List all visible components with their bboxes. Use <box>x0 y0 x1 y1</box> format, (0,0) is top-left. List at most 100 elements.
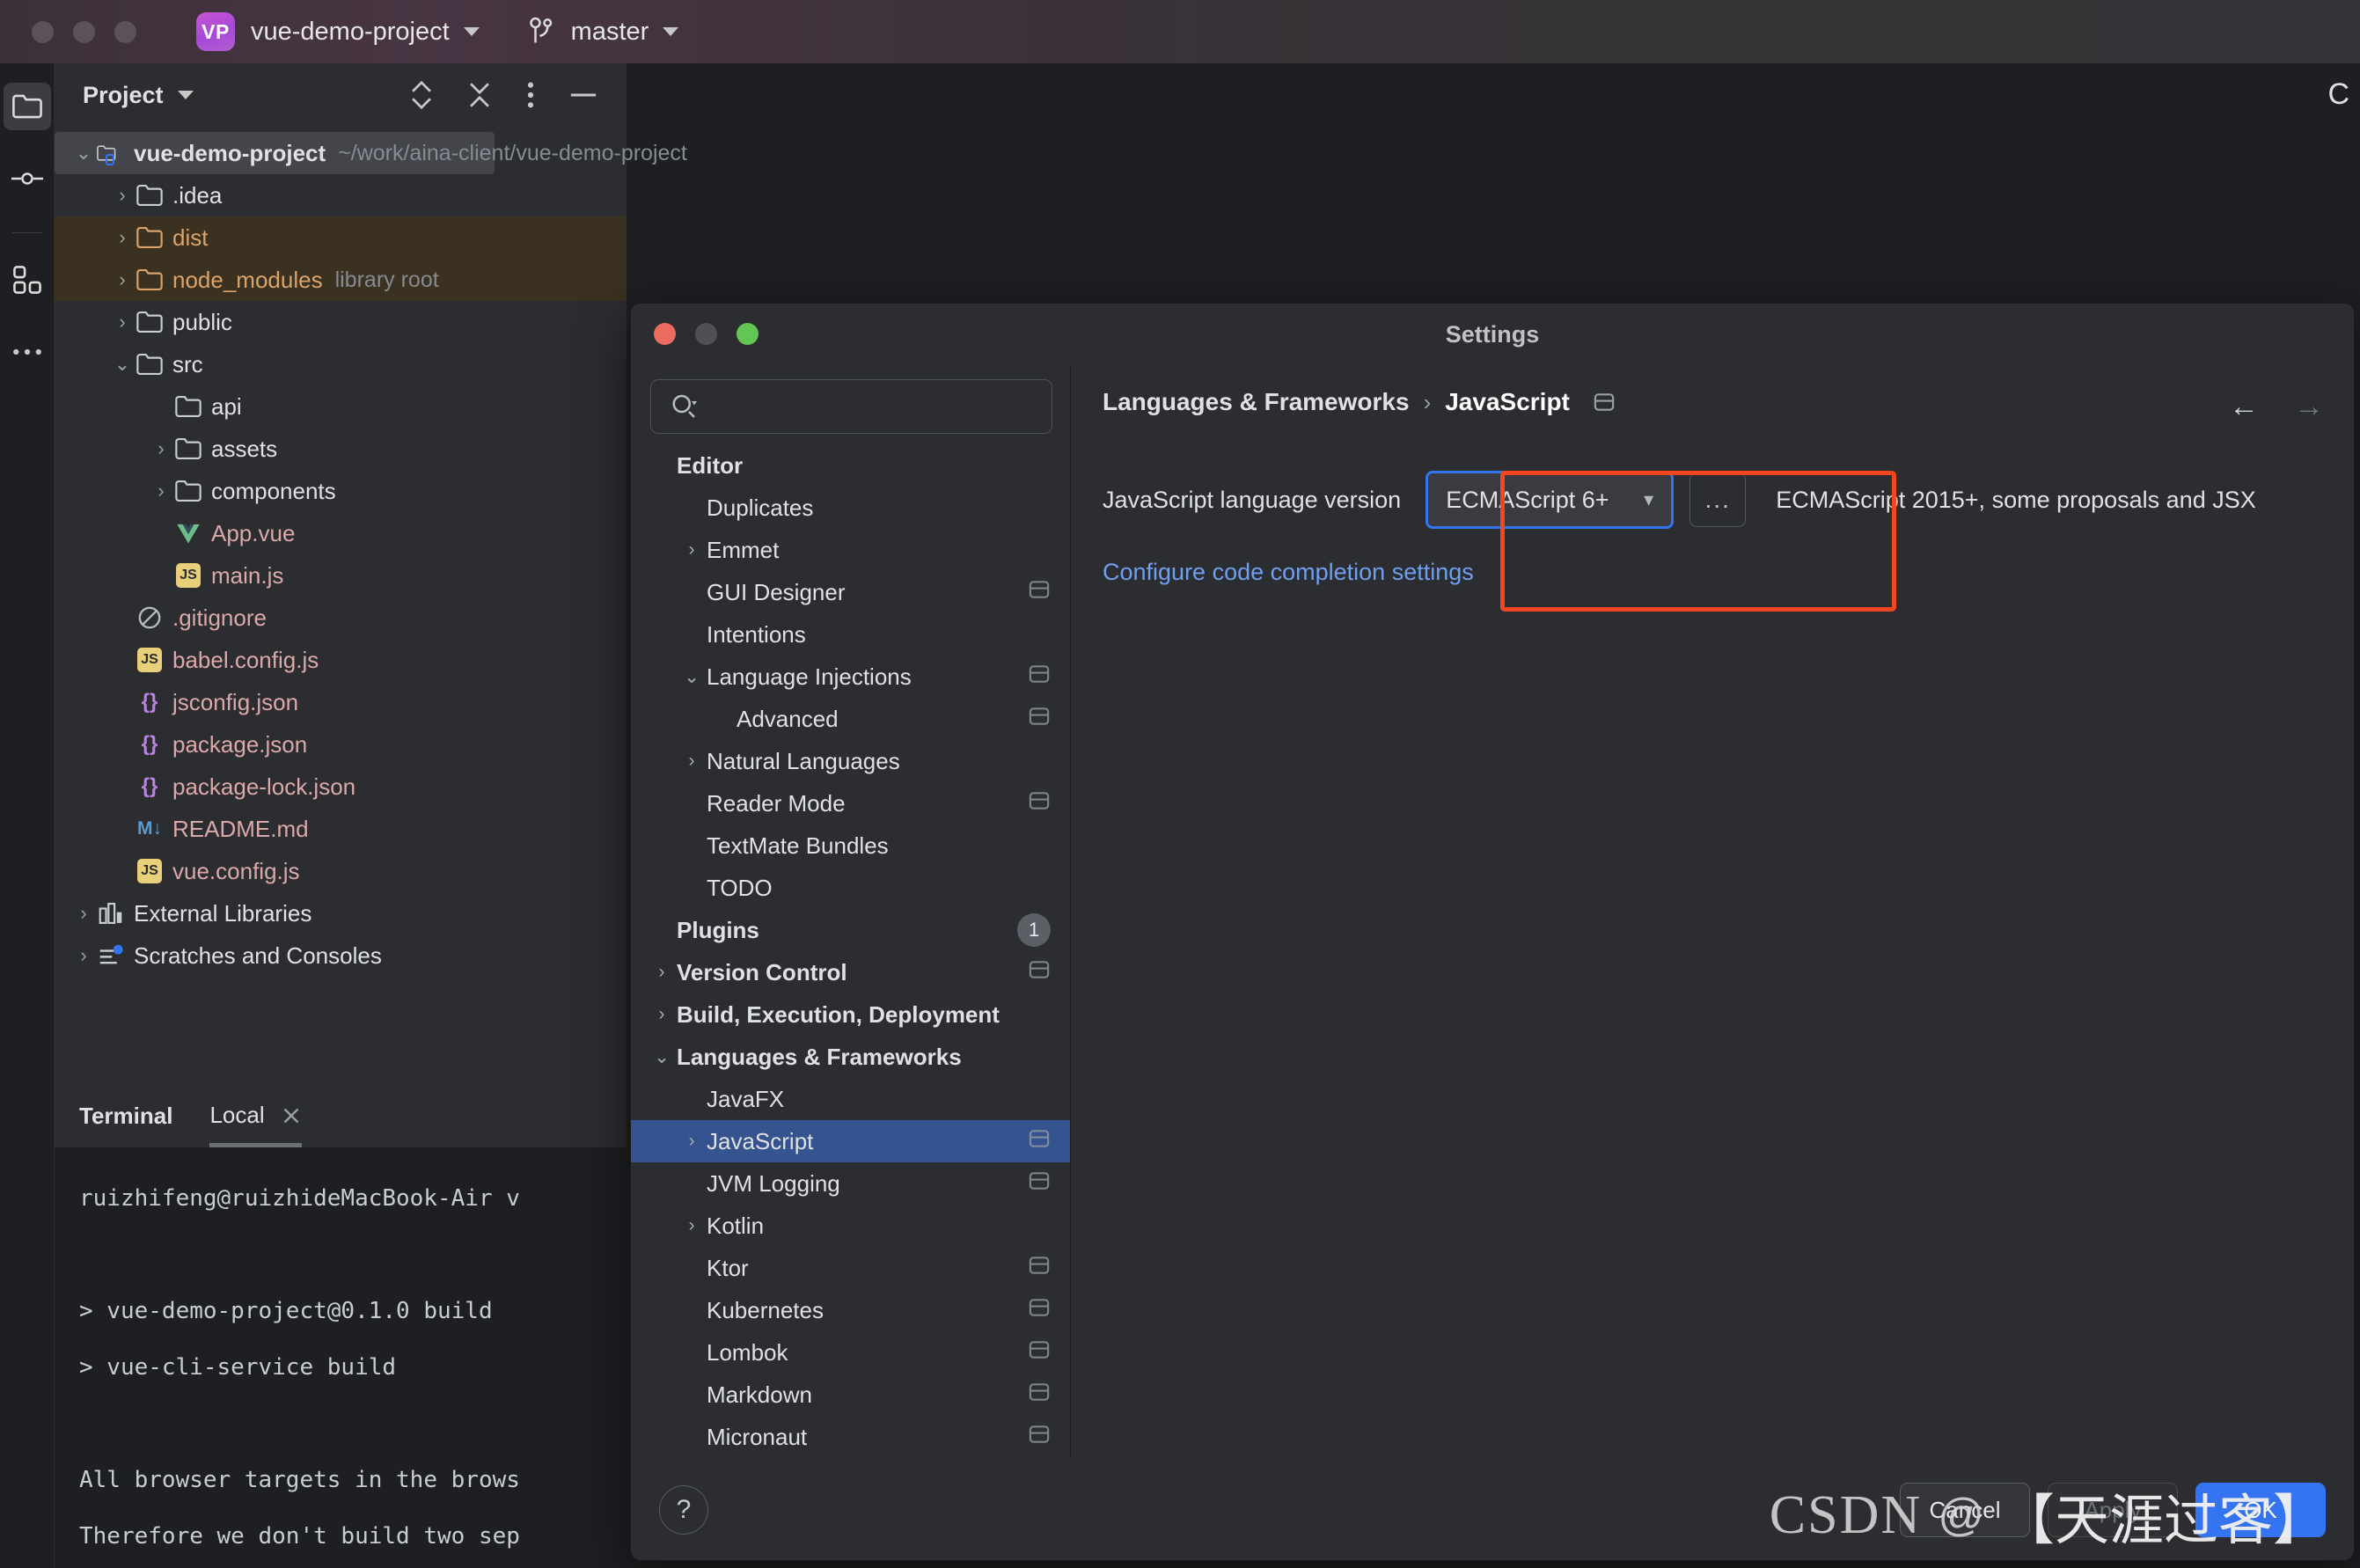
project-tree-item[interactable]: JS vue.config.js <box>55 850 627 892</box>
project-tree-item[interactable]: › node_modules library root <box>55 259 627 301</box>
chevron-right-icon[interactable]: › <box>109 184 136 207</box>
project-tree-item[interactable]: .gitignore <box>55 597 627 639</box>
chevron-right-icon[interactable]: › <box>70 944 97 967</box>
close-icon[interactable] <box>281 1105 302 1126</box>
chevron-right-icon[interactable]: › <box>148 480 174 502</box>
project-tree-item[interactable]: JS babel.config.js <box>55 639 627 681</box>
settings-tree-item-intentions[interactable]: Intentions <box>631 613 1070 656</box>
settings-search-box[interactable] <box>650 379 1052 434</box>
expand-collapse-icon[interactable] <box>410 80 433 110</box>
chevron-right-icon[interactable]: › <box>148 437 174 460</box>
settings-tree-item-todo[interactable]: TODO <box>631 867 1070 909</box>
project-tree-item[interactable]: {} package.json <box>55 723 627 766</box>
arrow-right-icon[interactable]: → <box>2294 390 2324 424</box>
arrow-left-icon[interactable]: ← <box>2229 390 2259 424</box>
project-chevron-down-icon[interactable] <box>463 27 480 36</box>
apply-button[interactable]: Apply <box>2048 1483 2178 1537</box>
project-view-chevron-down-icon[interactable] <box>177 91 194 99</box>
project-tree-item[interactable]: {} jsconfig.json <box>55 681 627 723</box>
settings-tree-item-micronaut[interactable]: Micronaut <box>631 1416 1070 1447</box>
project-tree-item[interactable]: › Scratches and Consoles <box>55 934 627 977</box>
settings-tree-item-editor[interactable]: Editor <box>631 444 1070 487</box>
activity-structure-button[interactable] <box>4 256 51 304</box>
settings-tree-item-javafx[interactable]: JavaFX <box>631 1078 1070 1120</box>
project-tree-item[interactable]: › components <box>55 470 627 512</box>
activity-more-button[interactable] <box>4 328 51 376</box>
settings-tree-item-kubernetes[interactable]: Kubernetes <box>631 1289 1070 1331</box>
ok-button[interactable]: OK <box>2195 1483 2326 1537</box>
stack-icon <box>1028 705 1051 734</box>
dialog-traffic-lights[interactable] <box>654 323 759 345</box>
chevron-right-icon[interactable]: › <box>70 902 97 925</box>
options-icon[interactable] <box>526 80 535 110</box>
project-tree-item[interactable]: › .idea <box>55 174 627 216</box>
settings-tree-item-language-injections[interactable]: ⌄ Language Injections <box>631 656 1070 698</box>
project-tree-item[interactable]: › public <box>55 301 627 343</box>
dialog-minimize-button[interactable] <box>695 323 717 345</box>
settings-tree-item-textmate-bundles[interactable]: TextMate Bundles <box>631 824 1070 867</box>
settings-tree-item-languages-frameworks[interactable]: ⌄ Languages & Frameworks <box>631 1036 1070 1078</box>
project-tree-item[interactable]: › assets <box>55 428 627 470</box>
settings-tree-item-kotlin[interactable]: › Kotlin <box>631 1205 1070 1247</box>
search-input[interactable] <box>707 393 1007 420</box>
project-tree-item[interactable]: › External Libraries <box>55 892 627 934</box>
chevron-right-icon[interactable]: › <box>677 751 707 772</box>
project-tree-item[interactable]: M↓ README.md <box>55 808 627 850</box>
collapse-all-icon[interactable] <box>466 80 493 110</box>
cancel-button[interactable]: Cancel <box>1900 1483 2030 1537</box>
close-window-button[interactable] <box>32 20 54 43</box>
chevron-right-icon[interactable]: › <box>677 1215 707 1236</box>
settings-tree-item-duplicates[interactable]: Duplicates <box>631 487 1070 529</box>
settings-tree-item-ktor[interactable]: Ktor <box>631 1247 1070 1289</box>
dialog-close-button[interactable] <box>654 323 676 345</box>
javascript-language-version-select[interactable]: ECMAScript 6+ ▾ <box>1426 471 1675 529</box>
project-tree-item[interactable]: api <box>55 385 627 428</box>
help-button[interactable]: ? <box>659 1485 708 1535</box>
dialog-zoom-button[interactable] <box>737 323 759 345</box>
settings-tree-item-lombok[interactable]: Lombok <box>631 1331 1070 1374</box>
settings-tree-item-plugins[interactable]: Plugins 1 <box>631 909 1070 951</box>
activity-commit-button[interactable] <box>4 155 51 202</box>
project-name-label[interactable]: vue-demo-project <box>251 18 450 47</box>
terminal-tab-local[interactable]: Local <box>209 1102 302 1147</box>
terminal-output[interactable]: ruizhifeng@ruizhideMacBook-Air v > vue-d… <box>55 1147 627 1568</box>
project-tree-item[interactable]: ⌄ vue-demo-project ~/work/aina-client/vue-… <box>55 132 687 174</box>
settings-tree-item-emmet[interactable]: › Emmet <box>631 529 1070 571</box>
project-tree-item[interactable]: App.vue <box>55 512 627 554</box>
hide-icon[interactable] <box>568 90 598 100</box>
project-tree-item[interactable]: ⌄ src <box>55 343 627 385</box>
settings-tree-item-build-execution-deployment[interactable]: › Build, Execution, Deployment <box>631 993 1070 1036</box>
settings-tree-item-natural-languages[interactable]: › Natural Languages <box>631 740 1070 782</box>
settings-tree-item-gui-designer[interactable]: GUI Designer <box>631 571 1070 613</box>
chevron-right-icon[interactable]: › <box>109 226 136 249</box>
project-tree-item[interactable]: JS main.js <box>55 554 627 597</box>
breadcrumb-parent[interactable]: Languages & Frameworks <box>1103 388 1410 416</box>
chevron-down-icon[interactable]: ⌄ <box>677 666 707 688</box>
settings-tree-item-reader-mode[interactable]: Reader Mode <box>631 782 1070 824</box>
chevron-right-icon[interactable]: › <box>677 539 707 561</box>
window-traffic-lights[interactable] <box>32 20 136 43</box>
chevron-right-icon[interactable]: › <box>647 1004 677 1025</box>
settings-tree-item-jvm-logging[interactable]: JVM Logging <box>631 1162 1070 1205</box>
branch-selector[interactable]: master <box>529 16 679 48</box>
chevron-right-icon[interactable]: › <box>677 1131 707 1152</box>
external-libraries-icon <box>97 901 125 926</box>
settings-tree-item-advanced[interactable]: Advanced <box>631 698 1070 740</box>
chevron-right-icon[interactable]: › <box>109 268 136 291</box>
chevron-down-icon[interactable]: ⌄ <box>70 142 97 165</box>
chevron-right-icon[interactable]: › <box>647 962 677 983</box>
project-tree-item[interactable]: › dist <box>55 216 627 259</box>
minimize-window-button[interactable] <box>73 20 95 43</box>
zoom-window-button[interactable] <box>114 20 136 43</box>
chevron-down-icon[interactable]: ⌄ <box>647 1046 677 1068</box>
project-tree-item[interactable]: {} package-lock.json <box>55 766 627 808</box>
javascript-language-version-more-button[interactable]: ... <box>1689 473 1747 527</box>
branch-chevron-down-icon[interactable] <box>663 27 679 36</box>
configure-code-completion-link[interactable]: Configure code completion settings <box>1103 559 2354 586</box>
settings-tree-item-markdown[interactable]: Markdown <box>631 1374 1070 1416</box>
chevron-down-icon[interactable]: ⌄ <box>109 353 136 376</box>
settings-tree-item-javascript[interactable]: › JavaScript <box>631 1120 1070 1162</box>
activity-project-button[interactable] <box>3 83 51 130</box>
settings-tree-item-version-control[interactable]: › Version Control <box>631 951 1070 993</box>
chevron-right-icon[interactable]: › <box>109 311 136 333</box>
